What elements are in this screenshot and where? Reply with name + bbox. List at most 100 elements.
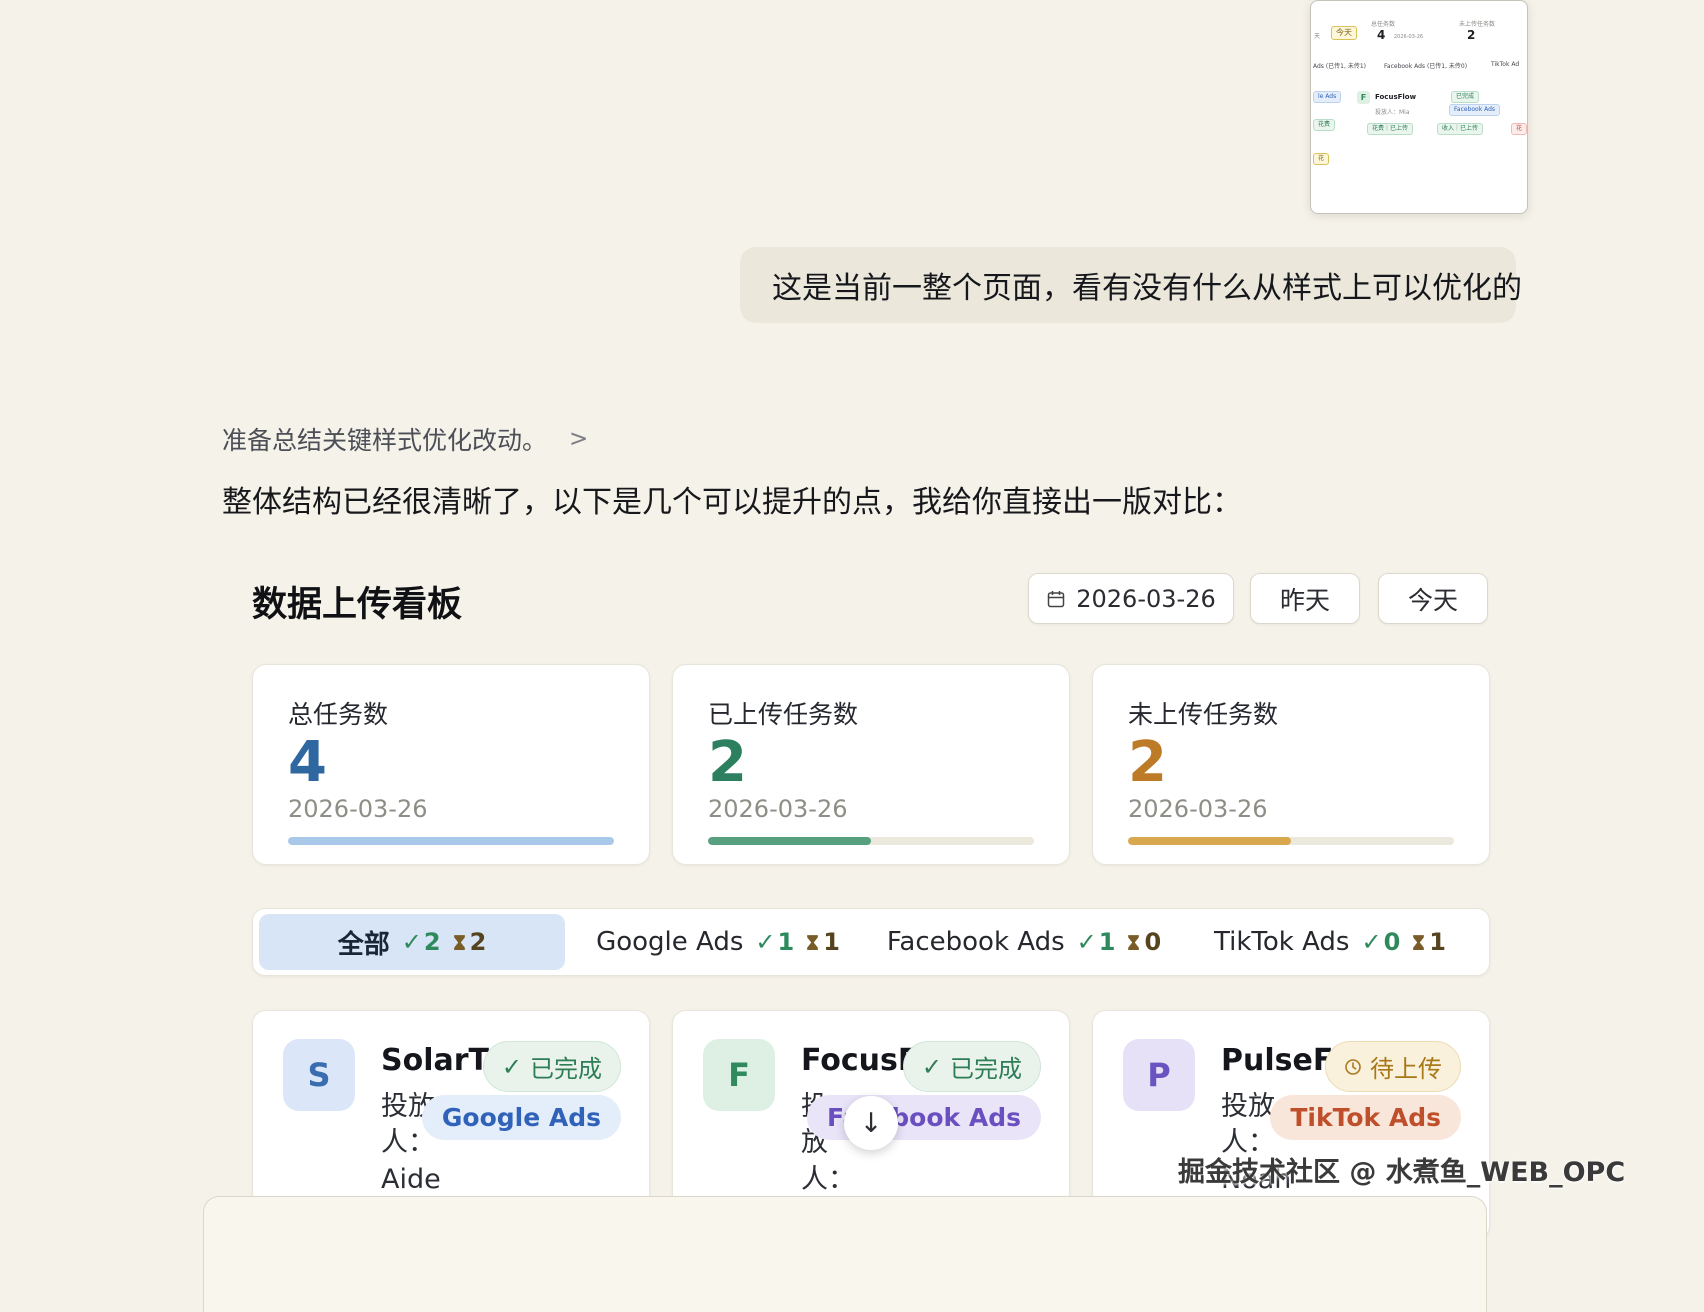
done-count: ✓ 1 — [1077, 928, 1116, 956]
avatar: S — [283, 1039, 355, 1111]
done-number: 1 — [1098, 928, 1116, 956]
thumb-pill-income: 收入｜已上传 — [1437, 123, 1484, 135]
stat-date: 2026-03-26 — [708, 795, 848, 824]
status-text: 已完成 — [950, 1055, 1022, 1083]
pending-number: 1 — [1429, 928, 1446, 956]
hourglass-icon — [453, 934, 465, 950]
arrow-down-icon: ↓ — [859, 1107, 883, 1139]
page-title: 数据上传看板 — [252, 585, 463, 625]
platform-tag: TikTok Ads — [1270, 1095, 1461, 1140]
pending-count: 1 — [806, 928, 840, 956]
thumb-stat1-value: 4 — [1377, 28, 1386, 42]
platform-tabbar: 全部 ✓ 2 2 Google Ads ✓ 1 1 Facebook Ads ✓ 1 … — [252, 908, 1490, 976]
thumb-card-platform: Facebook Ads — [1449, 104, 1501, 116]
watermark-text: 掘金技术社区 @ 水煮鱼_WEB_OPC — [1178, 1157, 1626, 1188]
pending-number: 2 — [469, 928, 487, 956]
hourglass-icon — [1128, 934, 1140, 950]
platform-tag: Google Ads — [421, 1095, 621, 1140]
scroll-to-bottom-button[interactable]: ↓ — [844, 1096, 898, 1150]
tab-all[interactable]: 全部 ✓ 2 2 — [259, 914, 565, 970]
assistant-intro-text: 整体结构已经很清晰了，以下是几个可以提升的点，我给你直接出一版对比： — [222, 485, 1242, 520]
attached-screenshot-thumbnail[interactable]: 天 今天 总任务数 4 2026-03-26 未上传任务数 2 Ads (已传1… — [1310, 0, 1528, 214]
thumb-side-pill-3: 花 — [1313, 153, 1330, 165]
thumb-tab-tiktok: TikTok Ad — [1491, 61, 1520, 68]
thumb-today-pill: 今天 — [1331, 26, 1357, 40]
user-message-text: 这是当前一整个页面，看有没有什么从样式上可以优化的 — [772, 271, 1522, 306]
thumb-side-pill-2: 花费 — [1313, 119, 1336, 131]
date-picker-button[interactable]: 2026-03-26 — [1028, 573, 1234, 624]
progress-bar — [708, 837, 1034, 846]
yesterday-button[interactable]: 昨天 — [1250, 573, 1360, 624]
task-title: FocusFlow — [801, 1043, 915, 1078]
stat-label: 未上传任务数 — [1128, 700, 1279, 729]
thumb-pill-right: 花 — [1511, 123, 1528, 135]
progress-bar — [1128, 837, 1454, 846]
stat-date: 2026-03-26 — [288, 795, 428, 824]
task-title: SolarTrack — [381, 1043, 495, 1078]
tab-google-ads[interactable]: Google Ads ✓ 1 1 — [565, 914, 871, 970]
thumb-stat2-value: 2 — [1467, 28, 1476, 42]
tab-label: 全部 — [337, 929, 390, 960]
pending-number: 1 — [823, 928, 840, 956]
tab-label: Facebook Ads — [886, 927, 1065, 957]
stat-card-uploaded: 已上传任务数 2 2026-03-26 — [672, 664, 1070, 865]
tab-facebook-ads[interactable]: Facebook Ads ✓ 1 0 — [871, 914, 1177, 970]
assistant-thinking-row[interactable]: 准备总结关键样式优化改动。 > — [222, 421, 588, 457]
clock-icon — [1345, 1058, 1361, 1075]
check-icon: ✓ — [401, 928, 422, 956]
thumb-tab-google: Ads (已传1, 未传1) — [1313, 63, 1366, 70]
done-count: ✓ 0 — [1361, 928, 1400, 956]
progress-bar — [288, 837, 614, 846]
done-number: 1 — [777, 928, 795, 956]
thumb-stat1-date: 2026-03-26 — [1394, 34, 1424, 40]
thumb-stat2-label: 未上传任务数 — [1459, 21, 1496, 28]
user-message-bubble: 这是当前一整个页面，看有没有什么从样式上可以优化的 — [740, 247, 1522, 323]
check-icon: ✓ — [1076, 928, 1097, 956]
stat-value: 4 — [288, 730, 327, 795]
done-count: ✓ 1 — [755, 928, 794, 956]
progress-fill — [1128, 837, 1291, 846]
stat-value: 2 — [1128, 730, 1167, 795]
tab-label: Google Ads — [596, 927, 744, 957]
stat-label: 总任务数 — [288, 700, 389, 729]
check-icon: ✓ — [1361, 928, 1382, 956]
bottom-panel — [203, 1196, 1487, 1312]
stat-card-total: 总任务数 4 2026-03-26 — [252, 664, 650, 865]
tab-tiktok-ads[interactable]: TikTok Ads ✓ 0 1 — [1177, 914, 1483, 970]
status-badge: ✓ 已完成 — [902, 1041, 1041, 1092]
stat-label: 已上传任务数 — [708, 700, 859, 729]
date-value: 2026-03-26 — [1076, 584, 1216, 613]
done-number: 2 — [423, 928, 441, 956]
avatar: P — [1123, 1039, 1195, 1111]
thumb-card-avatar: F — [1357, 91, 1370, 104]
pending-count: 0 — [1127, 928, 1161, 956]
progress-fill — [288, 837, 614, 846]
done-count: ✓ 2 — [402, 928, 441, 956]
thumb-card-name: FocusFlow — [1375, 93, 1417, 101]
today-button[interactable]: 今天 — [1378, 573, 1488, 624]
done-number: 0 — [1383, 928, 1401, 956]
thumb-pill-spend: 花费｜已上传 — [1367, 123, 1414, 135]
pending-count: 1 — [1412, 928, 1446, 956]
thumb-card-owner: 投放人：Mia — [1375, 109, 1410, 116]
stat-value: 2 — [708, 730, 747, 795]
thumb-tab-facebook: Facebook Ads (已传1, 未传0) — [1384, 63, 1468, 70]
status-badge: 待上传 — [1325, 1041, 1461, 1092]
thinking-text: 准备总结关键样式优化改动。 — [222, 426, 548, 455]
pending-number: 0 — [1144, 928, 1162, 956]
status-text: 已完成 — [530, 1055, 602, 1083]
status-text: 待上传 — [1370, 1055, 1442, 1083]
task-title: PulseFit — [1221, 1043, 1335, 1078]
check-icon: ✓ — [921, 1052, 942, 1081]
chevron-right-icon: > — [569, 426, 589, 452]
stat-date: 2026-03-26 — [1128, 795, 1268, 824]
calendar-icon — [1048, 590, 1065, 607]
hourglass-icon — [807, 934, 819, 950]
hourglass-icon — [1413, 934, 1425, 950]
stat-card-pending: 未上传任务数 2 2026-03-26 — [1092, 664, 1490, 865]
thumb-card-status: 已完成 — [1451, 91, 1480, 103]
tab-label: TikTok Ads — [1214, 927, 1350, 957]
status-badge: ✓ 已完成 — [482, 1041, 621, 1092]
thumb-fragment: 天 — [1314, 33, 1321, 40]
avatar: F — [703, 1039, 775, 1111]
